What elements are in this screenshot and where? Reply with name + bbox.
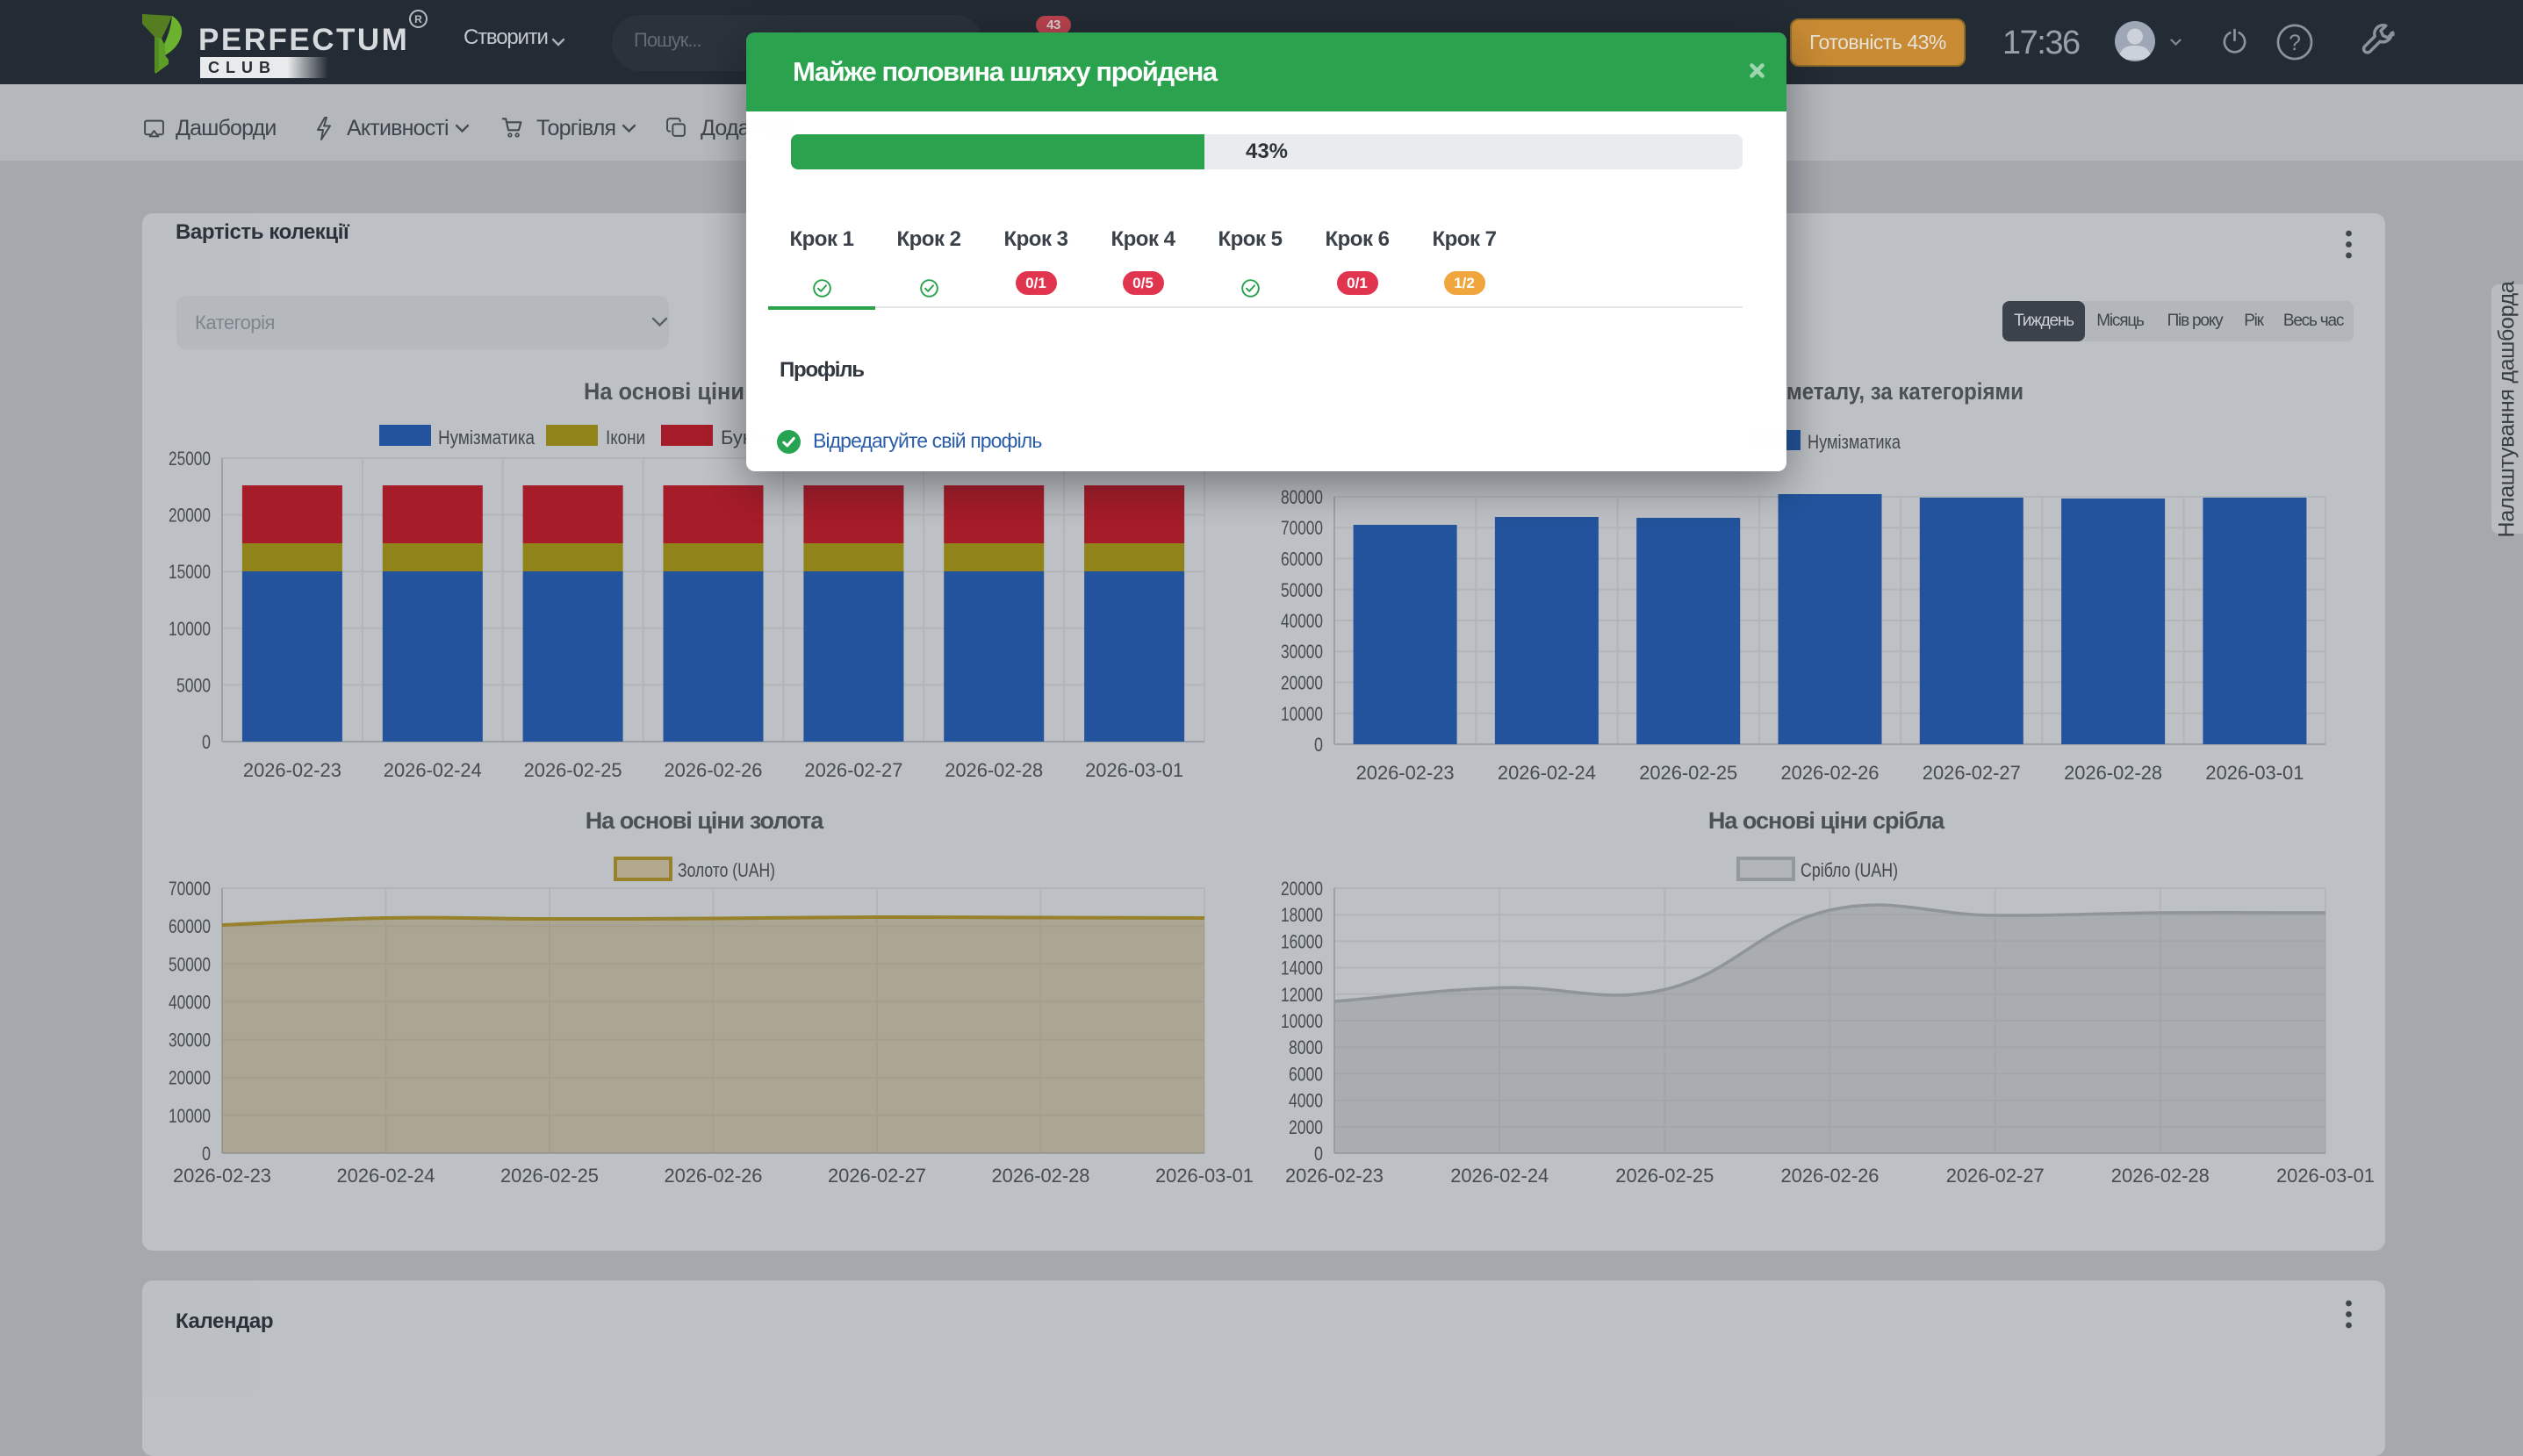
svg-text:2026-03-01: 2026-03-01 <box>2205 762 2304 784</box>
svg-text:2026-02-25: 2026-02-25 <box>1615 1165 1714 1187</box>
svg-text:Золото (UAH): Золото (UAH) <box>678 859 775 881</box>
svg-text:2026-02-24: 2026-02-24 <box>384 759 482 781</box>
svg-text:8000: 8000 <box>1289 1036 1323 1058</box>
svg-text:2026-02-28: 2026-02-28 <box>2064 762 2162 784</box>
svg-text:20000: 20000 <box>169 1067 211 1089</box>
svg-text:2026-02-27: 2026-02-27 <box>1946 1165 2045 1187</box>
svg-text:5000: 5000 <box>176 674 211 696</box>
svg-text:60000: 60000 <box>1281 549 1323 570</box>
svg-text:Нумізматика: Нумізматика <box>438 427 536 448</box>
svg-text:2026-02-23: 2026-02-23 <box>173 1165 271 1187</box>
svg-text:70000: 70000 <box>1281 517 1323 539</box>
svg-text:10000: 10000 <box>169 618 211 640</box>
svg-text:2026-02-27: 2026-02-27 <box>828 1165 926 1187</box>
svg-text:2026-02-26: 2026-02-26 <box>1781 762 1880 784</box>
svg-text:Ікони: Ікони <box>606 427 645 448</box>
svg-text:50000: 50000 <box>169 953 211 975</box>
svg-text:2026-03-01: 2026-03-01 <box>1085 759 1183 781</box>
svg-text:2026-02-25: 2026-02-25 <box>500 1165 599 1187</box>
svg-text:На основі ціни золота: На основі ціни золота <box>586 807 824 834</box>
svg-text:2026-02-25: 2026-02-25 <box>1639 762 1737 784</box>
svg-text:10000: 10000 <box>1281 703 1323 725</box>
svg-text:14000: 14000 <box>1281 958 1323 979</box>
svg-text:2026-02-24: 2026-02-24 <box>1450 1165 1549 1187</box>
svg-text:2026-03-01: 2026-03-01 <box>1155 1165 1254 1187</box>
svg-text:6000: 6000 <box>1289 1063 1323 1085</box>
svg-text:2000: 2000 <box>1289 1116 1323 1138</box>
svg-text:0: 0 <box>1314 734 1323 756</box>
svg-text:Нумізматика: Нумізматика <box>1808 431 1901 453</box>
svg-text:металу, за категоріями: металу, за категоріями <box>1786 378 2023 405</box>
svg-text:0: 0 <box>1314 1143 1323 1165</box>
svg-text:2026-02-26: 2026-02-26 <box>665 759 763 781</box>
svg-text:30000: 30000 <box>169 1029 211 1051</box>
svg-text:10000: 10000 <box>169 1105 211 1127</box>
svg-text:80000: 80000 <box>1281 486 1323 508</box>
svg-text:2026-02-23: 2026-02-23 <box>1285 1165 1384 1187</box>
svg-text:2026-02-28: 2026-02-28 <box>945 759 1043 781</box>
svg-text:18000: 18000 <box>1281 904 1323 926</box>
svg-text:2026-02-23: 2026-02-23 <box>1356 762 1455 784</box>
svg-text:2026-03-01: 2026-03-01 <box>2276 1165 2375 1187</box>
svg-text:2026-02-27: 2026-02-27 <box>1923 762 2021 784</box>
svg-text:16000: 16000 <box>1281 930 1323 952</box>
svg-text:15000: 15000 <box>169 561 211 583</box>
svg-text:На основі ціни срібла: На основі ціни срібла <box>1708 807 1945 834</box>
svg-text:2026-02-24: 2026-02-24 <box>1498 762 1596 784</box>
svg-text:0: 0 <box>202 1143 211 1165</box>
svg-text:40000: 40000 <box>1281 610 1323 632</box>
svg-text:50000: 50000 <box>1281 579 1323 601</box>
svg-text:2026-02-23: 2026-02-23 <box>243 759 341 781</box>
svg-text:2026-02-26: 2026-02-26 <box>1781 1165 1880 1187</box>
svg-text:0: 0 <box>202 731 211 753</box>
svg-text:70000: 70000 <box>169 878 211 900</box>
svg-text:2026-02-25: 2026-02-25 <box>524 759 622 781</box>
svg-text:40000: 40000 <box>169 991 211 1013</box>
svg-text:30000: 30000 <box>1281 641 1323 663</box>
svg-text:60000: 60000 <box>169 915 211 937</box>
svg-text:2026-02-28: 2026-02-28 <box>992 1165 1090 1187</box>
svg-text:4000: 4000 <box>1289 1090 1323 1112</box>
svg-text:12000: 12000 <box>1281 984 1323 1006</box>
svg-text:Срібло (UAH): Срібло (UAH) <box>1801 859 1898 881</box>
svg-text:20000: 20000 <box>1281 878 1323 900</box>
svg-text:20000: 20000 <box>1281 672 1323 694</box>
svg-text:20000: 20000 <box>169 505 211 527</box>
svg-text:2026-02-24: 2026-02-24 <box>337 1165 435 1187</box>
svg-text:На основі ціни: На основі ціни <box>584 378 744 405</box>
svg-text:2026-02-27: 2026-02-27 <box>804 759 902 781</box>
svg-text:2026-02-26: 2026-02-26 <box>665 1165 763 1187</box>
svg-text:10000: 10000 <box>1281 1010 1323 1032</box>
svg-text:25000: 25000 <box>169 448 211 470</box>
svg-text:2026-02-28: 2026-02-28 <box>2111 1165 2210 1187</box>
